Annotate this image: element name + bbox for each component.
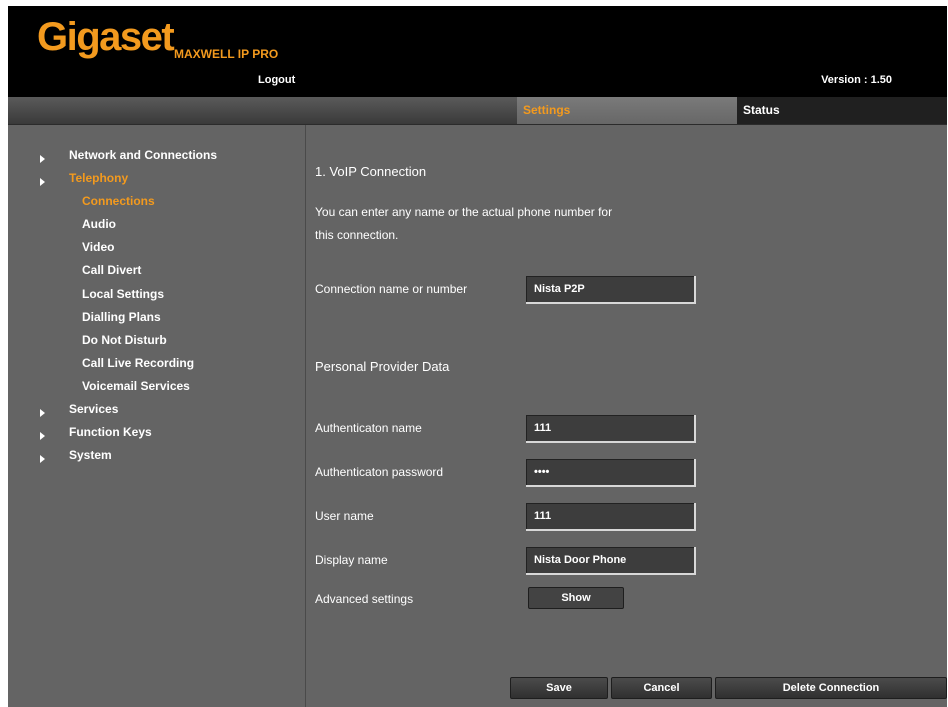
sidebar-subitem-call-live-recording[interactable]: Call Live Recording xyxy=(82,356,194,370)
connection-name-label: Connection name or number xyxy=(315,282,468,296)
delete-connection-button[interactable]: Delete Connection xyxy=(715,677,947,699)
sidebar-subitem-connections[interactable]: Connections xyxy=(82,194,155,208)
header-bar: Gigaset MAXWELL IP PRO Logout Version : … xyxy=(8,6,947,97)
sidebar-subitem-local-settings[interactable]: Local Settings xyxy=(82,287,164,301)
sidebar-subitem-audio[interactable]: Audio xyxy=(82,217,116,231)
sidebar-item-services[interactable]: Services xyxy=(69,402,118,416)
logout-link[interactable]: Logout xyxy=(258,74,295,86)
sidebar-subitem-dialling-plans[interactable]: Dialling Plans xyxy=(82,310,161,324)
auth-name-input[interactable] xyxy=(526,415,696,443)
sidebar-subitem-call-divert[interactable]: Call Divert xyxy=(82,263,141,277)
auth-password-input[interactable] xyxy=(526,459,696,487)
tab-settings[interactable]: Settings xyxy=(517,97,737,124)
sidebar-item-system[interactable]: System xyxy=(69,448,112,462)
sidebar-subitem-voicemail-services[interactable]: Voicemail Services xyxy=(82,379,190,393)
version-label: Version : 1.50 xyxy=(821,74,892,86)
model-name: MAXWELL IP PRO xyxy=(174,47,279,61)
section-title: Personal Provider Data xyxy=(315,359,450,374)
sidebar-item-function-keys[interactable]: Function Keys xyxy=(69,425,152,439)
connection-name-input[interactable] xyxy=(526,276,696,304)
user-name-label: User name xyxy=(315,509,374,523)
intro-text-line: this connection. xyxy=(315,228,399,242)
display-name-input[interactable] xyxy=(526,547,696,575)
page-title: 1. VoIP Connection xyxy=(315,164,427,179)
tab-status[interactable]: Status xyxy=(737,97,947,124)
app-frame: Gigaset MAXWELL IP PRO Logout Version : … xyxy=(8,6,947,707)
expand-arrow-icon[interactable] xyxy=(40,178,45,186)
main-content: 1. VoIP Connection You can enter any nam… xyxy=(306,125,947,707)
intro-text-line: You can enter any name or the actual pho… xyxy=(315,205,613,219)
sidebar-item-telephony[interactable]: Telephony xyxy=(69,171,128,185)
expand-arrow-icon[interactable] xyxy=(40,409,45,417)
tab-bar: Settings Status xyxy=(8,97,947,125)
intro-text: You can enter any name or the actual pho… xyxy=(315,201,675,247)
cancel-button[interactable]: Cancel xyxy=(611,677,712,699)
auth-password-label: Authenticaton password xyxy=(315,465,444,479)
expand-arrow-icon[interactable] xyxy=(40,432,45,440)
display-name-label: Display name xyxy=(315,553,388,567)
user-name-input[interactable] xyxy=(526,503,696,531)
save-button[interactable]: Save xyxy=(510,677,608,699)
sidebar-item-network-and-connections[interactable]: Network and Connections xyxy=(69,148,217,162)
show-advanced-button[interactable]: Show xyxy=(528,587,624,609)
sidebar-subitem-video[interactable]: Video xyxy=(82,240,114,254)
sidebar-subitem-do-not-disturb[interactable]: Do Not Disturb xyxy=(82,333,167,347)
auth-name-label: Authenticaton name xyxy=(315,421,422,435)
brand-logo: Gigaset xyxy=(37,15,175,59)
sidebar: Network and Connections Telephony Connec… xyxy=(8,125,306,707)
advanced-settings-label: Advanced settings xyxy=(315,592,414,606)
expand-arrow-icon[interactable] xyxy=(40,155,45,163)
expand-arrow-icon[interactable] xyxy=(40,455,45,463)
